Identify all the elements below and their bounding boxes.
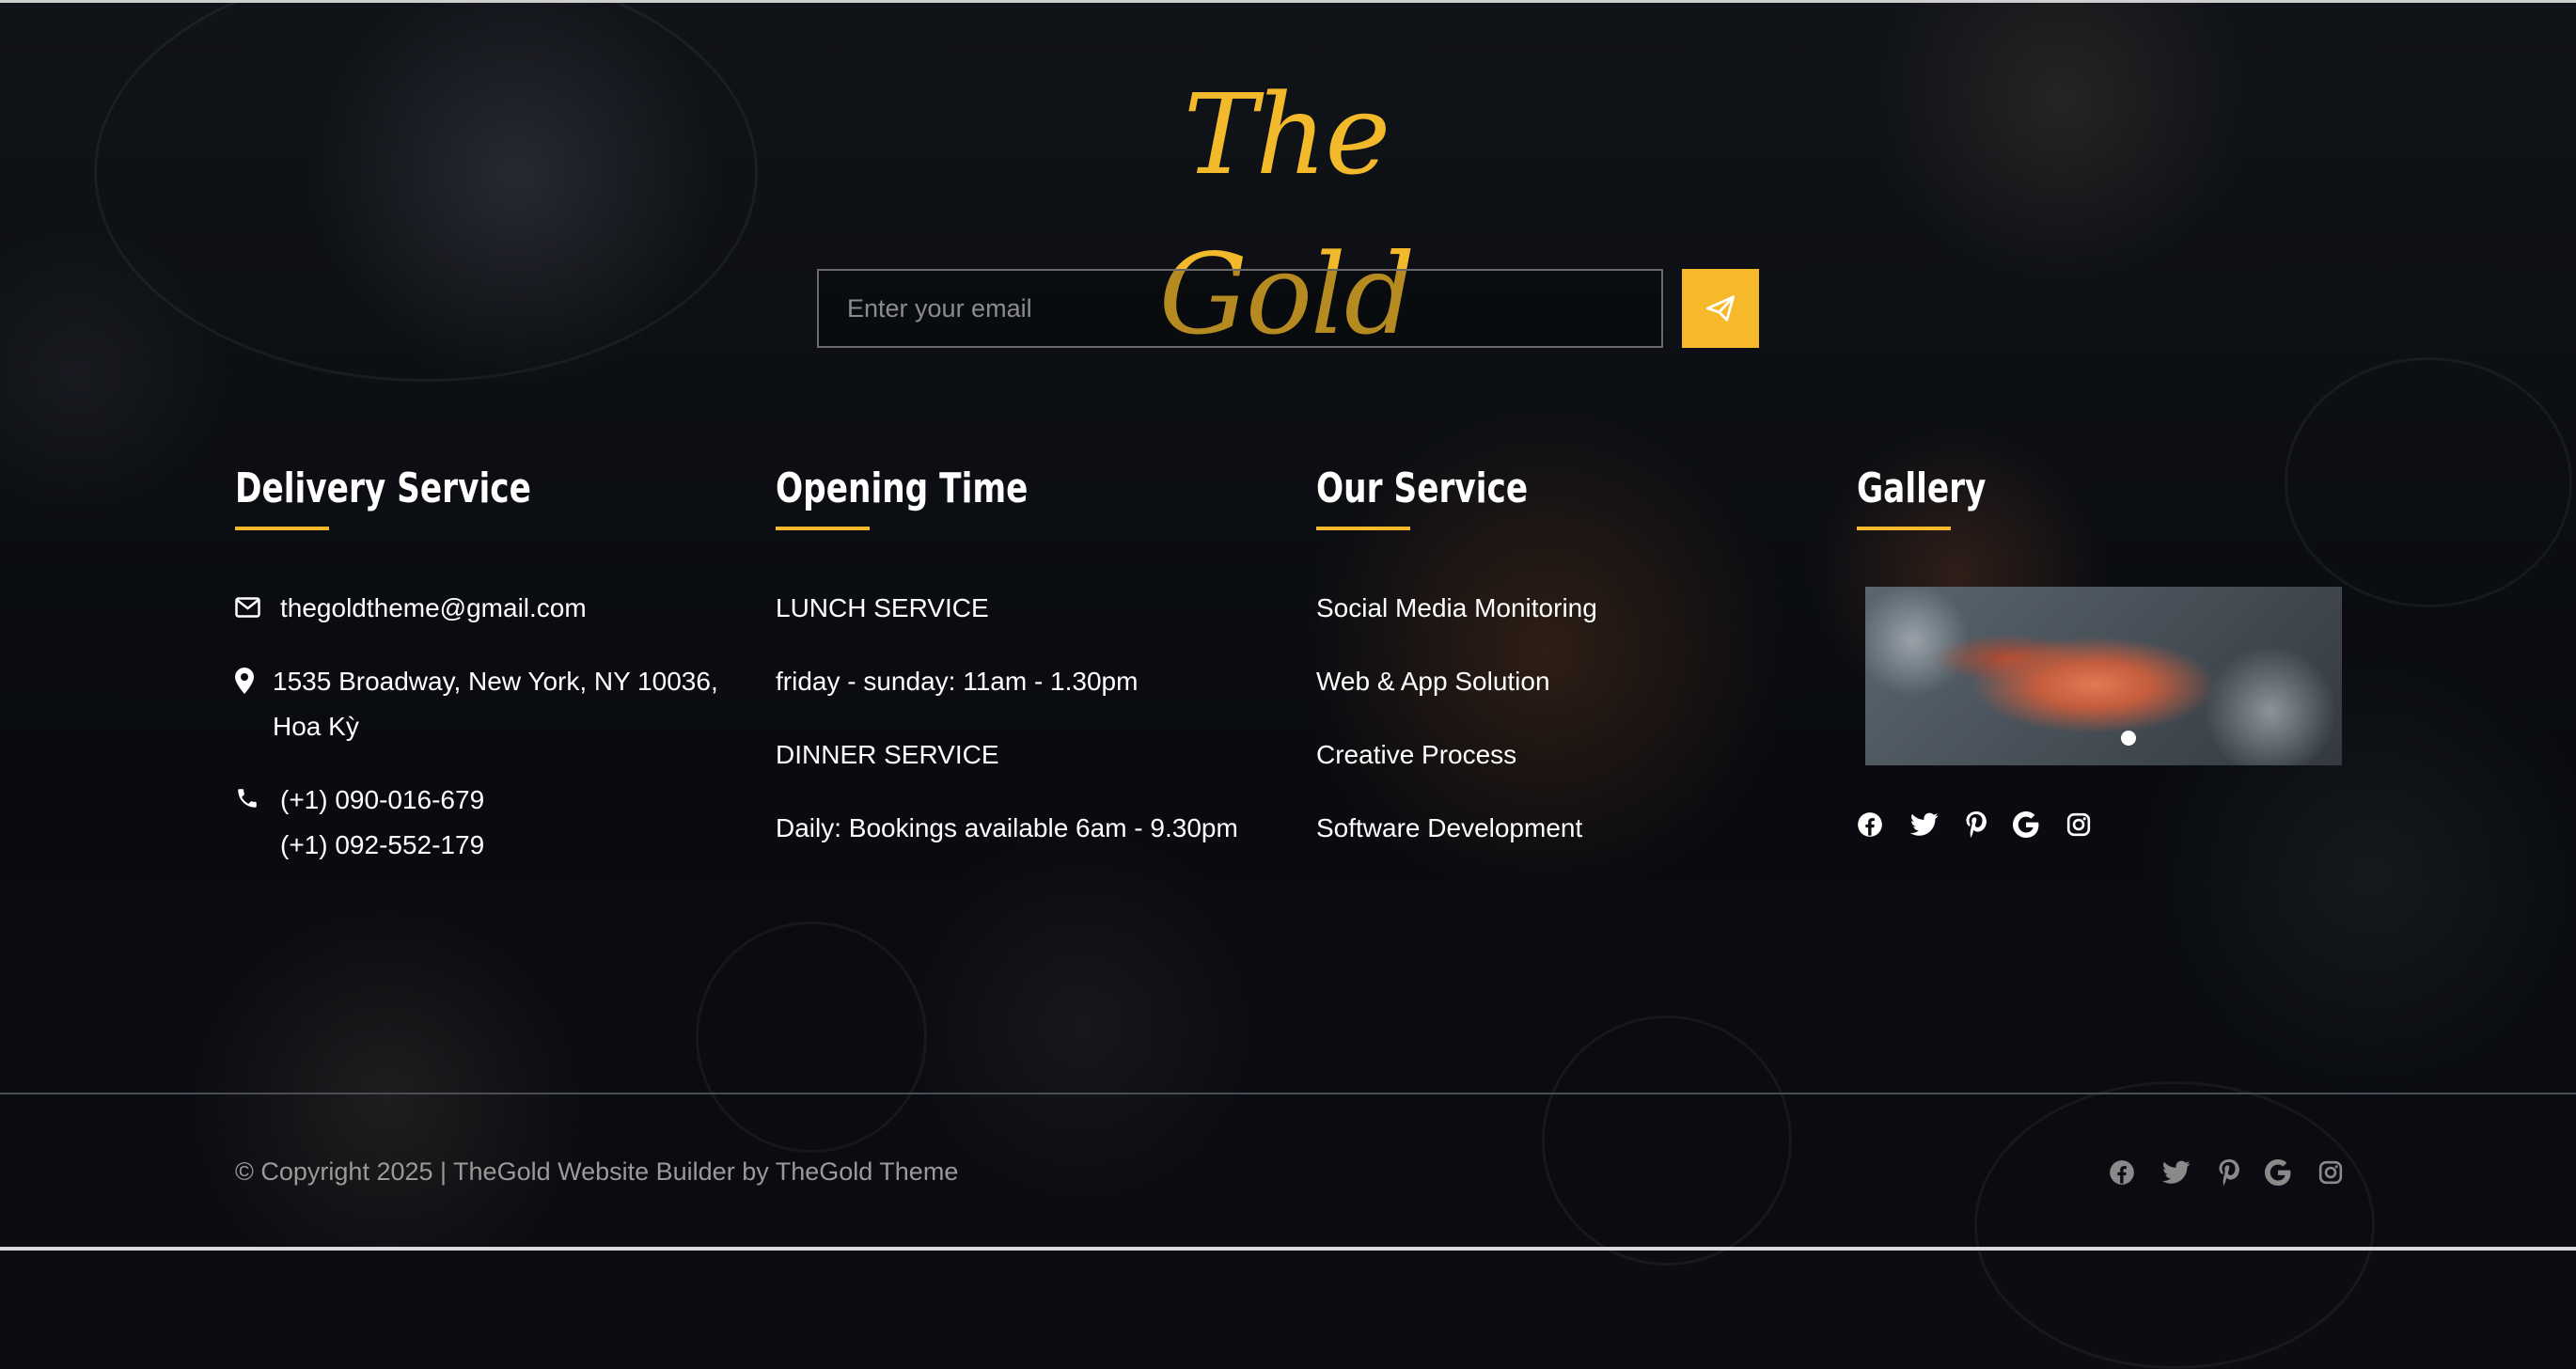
heading-underline xyxy=(235,527,329,530)
service-link[interactable]: Creative Process xyxy=(1316,740,1516,770)
newsletter-submit-button[interactable] xyxy=(1682,269,1759,348)
service-link[interactable]: Social Media Monitoring xyxy=(1316,593,1597,623)
opening-line: friday - sunday: 11am - 1.30pm xyxy=(776,667,1139,696)
top-border xyxy=(0,0,2576,3)
opening-line: LUNCH SERVICE xyxy=(776,593,989,622)
slider-dot[interactable] xyxy=(2121,731,2136,746)
delivery-section: Delivery Service xyxy=(235,461,615,530)
delivery-address-line2: Hoa Kỳ xyxy=(273,712,359,741)
instagram-icon[interactable] xyxy=(2318,1160,2343,1189)
gallery-heading: Gallery xyxy=(1857,464,1987,512)
opening-line: Daily: Bookings available 6am - 9.30pm xyxy=(776,813,1238,842)
map-pin-icon xyxy=(235,668,254,694)
service-link[interactable]: Software Development xyxy=(1316,813,1582,843)
logo[interactable]: The Gold xyxy=(1098,55,1474,359)
delivery-heading: Delivery Service xyxy=(235,464,531,512)
delivery-address-line1: 1535 Broadway, New York, NY 10036, xyxy=(273,667,718,696)
delivery-phone-1[interactable]: (+1) 090-016-679 xyxy=(280,785,484,815)
opening-heading: Opening Time xyxy=(776,464,1029,512)
google-icon[interactable] xyxy=(2265,1159,2291,1190)
gallery-section: Gallery xyxy=(1857,461,2022,530)
twitter-icon[interactable] xyxy=(2162,1160,2191,1189)
pinterest-icon[interactable] xyxy=(1966,811,1987,842)
opening-line: DINNER SERVICE xyxy=(776,740,999,769)
opening-section: Opening Time xyxy=(776,461,1099,530)
heading-underline xyxy=(1316,527,1410,530)
twitter-icon[interactable] xyxy=(1910,812,1939,842)
newsletter-email-input[interactable] xyxy=(817,269,1663,348)
copyright-text: © Copyright 2025 | TheGold Website Build… xyxy=(235,1157,959,1186)
gallery-image-slider[interactable] xyxy=(1865,587,2342,765)
pinterest-icon[interactable] xyxy=(2219,1159,2239,1190)
instagram-icon[interactable] xyxy=(2066,812,2091,842)
service-heading: Our Service xyxy=(1316,464,1529,512)
phone-icon xyxy=(238,789,257,808)
heading-underline xyxy=(776,527,870,530)
heading-underline xyxy=(1857,527,1951,530)
send-icon xyxy=(1706,295,1735,322)
facebook-icon[interactable] xyxy=(2109,1159,2135,1190)
bottom-border xyxy=(0,1247,2576,1251)
delivery-email[interactable]: thegoldtheme@gmail.com xyxy=(280,593,587,623)
service-link[interactable]: Web & App Solution xyxy=(1316,667,1550,697)
delivery-phone-2[interactable]: (+1) 092-552-179 xyxy=(280,830,484,860)
envelope-icon xyxy=(235,597,260,618)
footer-divider xyxy=(0,1093,2576,1094)
facebook-icon[interactable] xyxy=(1857,811,1883,842)
google-icon[interactable] xyxy=(2013,811,2039,842)
service-section: Our Service xyxy=(1316,461,1588,530)
